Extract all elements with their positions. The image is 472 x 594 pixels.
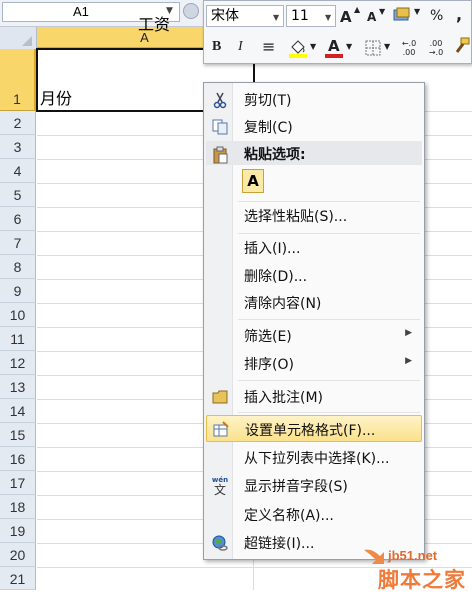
comment-folder-icon	[212, 390, 228, 404]
scissors-icon	[213, 92, 227, 109]
borders-dropdown-icon[interactable]: ▼	[384, 42, 390, 51]
row-header[interactable]: 13	[0, 375, 36, 399]
menu-item-label: 剪切(T)	[244, 93, 292, 109]
row-header[interactable]: 11	[0, 327, 36, 351]
center-align-button[interactable]: ≡	[262, 37, 275, 56]
menu-item-label: 筛选(E)	[244, 329, 292, 345]
accounting-dropdown-icon[interactable]: ▼	[414, 7, 420, 16]
menu-item-label: 清除内容(N)	[244, 296, 322, 312]
percent-button[interactable]: %	[430, 8, 443, 24]
menu-item-label: 排序(O)	[244, 357, 294, 373]
row-header[interactable]: 6	[0, 207, 36, 231]
phonetic-icon-char: 文	[213, 483, 226, 497]
row-header[interactable]: 7	[0, 231, 36, 255]
context-menu: 剪切(T) 复制(C) 粘贴选项: A 选择性粘贴(S)... 插入(I)...…	[203, 82, 425, 560]
menu-item-label: 超链接(I)...	[244, 536, 315, 552]
menu-item-label: 复制(C)	[244, 120, 293, 136]
row-header[interactable]: 21	[0, 567, 36, 590]
menu-item-label: 显示拼音字段(S)	[244, 479, 348, 495]
grow-font-button[interactable]: A	[340, 8, 352, 26]
submenu-arrow-icon: ▶	[405, 328, 412, 338]
menu-item-label: 选择性粘贴(S)...	[244, 209, 348, 225]
borders-icon[interactable]	[364, 39, 382, 57]
row-header[interactable]: 20	[0, 543, 36, 567]
menu-item-delete[interactable]: 删除(D)...	[206, 262, 422, 289]
menu-item-label: 插入批注(M)	[244, 390, 324, 406]
font-color-button[interactable]: A	[328, 37, 340, 55]
select-all-triangle-icon	[22, 36, 32, 46]
row-header[interactable]: 18	[0, 495, 36, 519]
menu-item-label: 粘贴选项:	[244, 147, 306, 163]
grow-font-arrow-icon: ▲	[354, 5, 361, 14]
hyperlink-globe-icon	[212, 535, 228, 551]
row-header[interactable]: 14	[0, 399, 36, 423]
fill-color-dropdown-icon[interactable]: ▼	[310, 42, 316, 51]
font-color-dropdown-icon[interactable]: ▼	[346, 42, 352, 51]
menu-item-clear-contents[interactable]: 清除内容(N)	[206, 289, 422, 316]
submenu-arrow-icon: ▶	[405, 356, 412, 366]
row-header[interactable]: 12	[0, 351, 36, 375]
menu-item-label: 定义名称(A)...	[244, 508, 334, 524]
formula-bar-handle-icon[interactable]	[183, 3, 199, 19]
accounting-format-icon[interactable]	[393, 7, 413, 23]
paste-keep-formatting-button[interactable]: A	[242, 169, 264, 193]
menu-item-insert-comment[interactable]: 插入批注(M)	[206, 383, 422, 410]
menu-item-pick-from-list[interactable]: 从下拉列表中选择(K)...	[206, 444, 422, 471]
row-header[interactable]: 2	[0, 111, 36, 135]
cell-a1-text-salary: 工资	[138, 15, 171, 34]
font-name-dropdown-icon[interactable]: ▼	[273, 13, 279, 22]
watermark-site: jb51.net	[388, 548, 438, 563]
row-header[interactable]: 15	[0, 423, 36, 447]
menu-item-copy[interactable]: 复制(C)	[206, 113, 422, 140]
row-header[interactable]: 3	[0, 135, 36, 159]
increase-decimal-button[interactable]: ←.0 .00	[399, 39, 419, 57]
format-cells-icon	[213, 421, 229, 437]
comma-button[interactable]: ,	[456, 5, 462, 24]
format-painter-icon[interactable]	[453, 37, 471, 57]
menu-separator	[238, 412, 420, 413]
row-header[interactable]: 5	[0, 183, 36, 207]
menu-item-label: 删除(D)...	[244, 269, 308, 285]
mini-toolbar: 宋体 ▼ 11 ▼ A ▲ A ▼ ▼ % , B I ≡ ▼ A ▼ ▼ ←.…	[203, 0, 472, 64]
fill-color-icon[interactable]	[288, 37, 308, 59]
menu-separator	[238, 380, 420, 381]
row-header[interactable]: 17	[0, 471, 36, 495]
decrease-decimal-button[interactable]: .00 →.0	[426, 39, 446, 57]
menu-item-label: 从下拉列表中选择(K)...	[244, 451, 390, 467]
menu-item-label: 插入(I)...	[244, 241, 301, 257]
font-size-dropdown-icon[interactable]: ▼	[325, 13, 331, 22]
row-header[interactable]: 4	[0, 159, 36, 183]
menu-separator	[238, 319, 420, 320]
menu-item-paste-special[interactable]: 选择性粘贴(S)...	[206, 202, 422, 229]
row-header[interactable]: 16	[0, 447, 36, 471]
phonetic-icon: wén 文	[211, 477, 229, 497]
row-header[interactable]: 19	[0, 519, 36, 543]
menu-item-sort[interactable]: 排序(O) ▶	[206, 350, 422, 377]
menu-item-label: 设置单元格格式(F)...	[245, 423, 376, 439]
italic-button[interactable]: I	[238, 39, 243, 55]
shrink-font-button[interactable]: A	[367, 10, 376, 24]
menu-item-format-cells[interactable]: 设置单元格格式(F)...	[206, 415, 422, 442]
copy-icon	[212, 119, 228, 135]
menu-item-insert[interactable]: 插入(I)...	[206, 234, 422, 261]
font-color-swatch	[325, 54, 343, 58]
cell-a1-text-month: 月份	[40, 89, 73, 108]
menu-item-define-name[interactable]: 定义名称(A)...	[206, 501, 422, 528]
bold-button[interactable]: B	[212, 39, 221, 55]
menu-item-show-phonetic[interactable]: wén 文 显示拼音字段(S)	[206, 472, 422, 499]
menu-item-cut[interactable]: 剪切(T)	[206, 86, 422, 113]
row-header[interactable]: 10	[0, 303, 36, 327]
menu-item-filter[interactable]: 筛选(E) ▶	[206, 322, 422, 349]
row-header-1[interactable]: 1	[0, 49, 36, 111]
menu-header-paste-options: 粘贴选项:	[206, 141, 422, 165]
row-header[interactable]: 9	[0, 279, 36, 303]
row-header[interactable]: 8	[0, 255, 36, 279]
clipboard-icon	[213, 146, 228, 164]
shrink-font-arrow-icon: ▼	[379, 7, 386, 16]
